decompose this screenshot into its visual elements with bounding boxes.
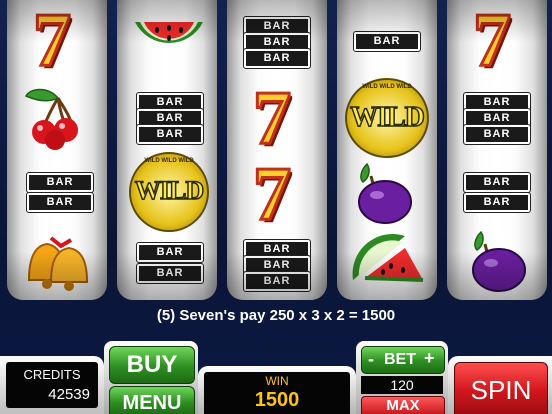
win-panel: WIN 1500 [198, 366, 356, 414]
bells-symbol [27, 236, 89, 291]
bar-symbol: BAR [243, 48, 311, 69]
watermelon-symbol [135, 22, 203, 44]
bet-value: 120 [361, 376, 443, 394]
bar-symbol: BAR [243, 271, 311, 292]
win-label: WIN [265, 374, 289, 388]
payout-message: (5) Seven's pay 250 x 3 x 2 = 1500 [156, 307, 396, 324]
wild-text: WILD [134, 175, 205, 206]
seven-symbol: 7 [252, 152, 293, 236]
wild-symbol: WILD WILD WILD WILD [129, 152, 209, 232]
bar-symbol: BAR [136, 263, 204, 284]
reel-4: BAR WILD WILD WILD WILD [337, 0, 437, 300]
menu-label: MENU [122, 392, 182, 414]
win-value: 1500 [254, 389, 300, 411]
spin-button[interactable]: SPIN [454, 362, 548, 414]
bet-adjust: - BET + [361, 346, 445, 374]
bet-panel: - BET + 120 MAX [356, 341, 448, 414]
bar-symbol: BAR [463, 172, 531, 193]
wild-ring-text: WILD WILD WILD [144, 158, 194, 164]
seven-symbol: 7 [252, 76, 293, 160]
credits-panel: CREDITS 42539 [0, 356, 104, 414]
menu-button[interactable]: MENU [109, 386, 195, 414]
wild-text: WILD [349, 101, 425, 134]
slot-machine: 7 BAR BAR BAR BAR BAR WILD WILD WILD WIL… [0, 0, 552, 414]
credits-label: CREDITS [23, 367, 81, 382]
watermelon-symbol [352, 234, 424, 282]
bet-minus-button[interactable]: - [368, 349, 374, 370]
max-bet-button[interactable]: MAX [361, 396, 445, 414]
bar-symbol: BAR [463, 192, 531, 213]
bet-label: BET [384, 351, 416, 368]
bar-symbol: BAR [463, 124, 531, 145]
reel-2: BAR BAR BAR WILD WILD WILD WILD BAR BAR [117, 0, 217, 300]
spin-panel: SPIN [448, 356, 552, 414]
reel-5: 7 BAR BAR BAR BAR BAR [447, 0, 547, 300]
max-label: MAX [386, 397, 420, 414]
buy-menu-panel: BUY MENU [104, 341, 198, 414]
buy-button[interactable]: BUY [109, 346, 195, 384]
spin-label: SPIN [470, 375, 532, 405]
reel-3: BAR BAR BAR 7 7 BAR BAR BAR [227, 0, 327, 300]
bet-plus-button[interactable]: + [424, 348, 435, 369]
cherries-symbol [24, 88, 78, 150]
wild-ring-text: WILD WILD WILD [362, 84, 412, 90]
bar-symbol: BAR [353, 31, 421, 52]
reel-1: 7 BAR BAR [7, 0, 107, 300]
bar-symbol: BAR [136, 242, 204, 263]
bar-symbol: BAR [136, 124, 204, 145]
plum-symbol [358, 162, 412, 224]
buy-label: BUY [126, 351, 178, 378]
wild-symbol: WILD WILD WILD WILD [345, 78, 429, 158]
bar-symbol: BAR [26, 192, 94, 213]
plum-symbol [472, 230, 526, 292]
seven-symbol: 7 [472, 0, 513, 82]
credits-value: 42539 [48, 386, 90, 403]
seven-symbol: 7 [32, 0, 73, 82]
bar-symbol: BAR [26, 172, 94, 193]
